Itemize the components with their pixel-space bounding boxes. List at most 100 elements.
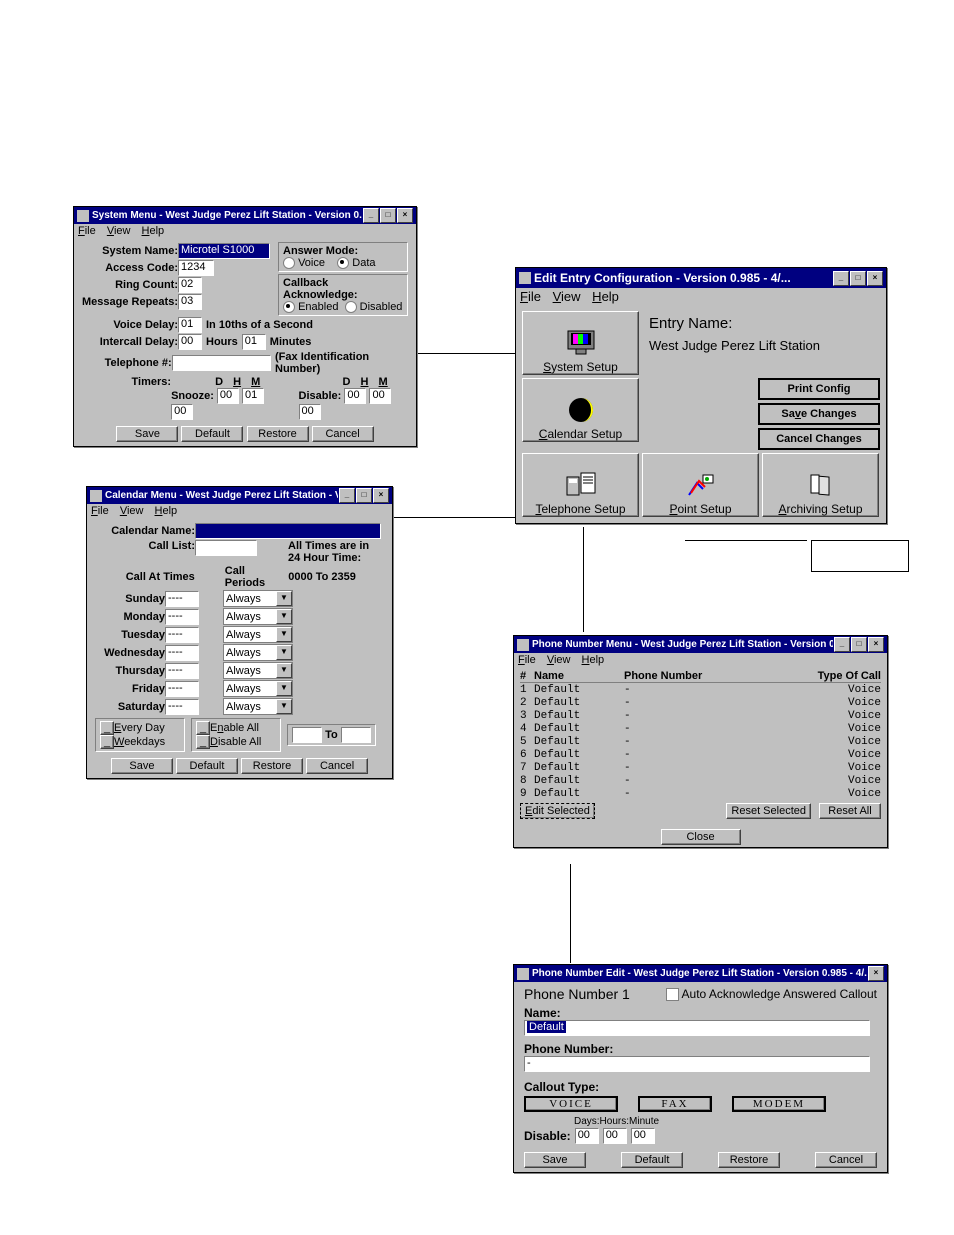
- menu-file[interactable]: File: [518, 654, 536, 666]
- close-button[interactable]: ×: [868, 637, 884, 652]
- disabled-radio[interactable]: [345, 301, 357, 313]
- edit-selected-button[interactable]: Edit Selected: [520, 803, 595, 819]
- point-setup-button[interactable]: Point Setup: [642, 453, 759, 517]
- phone-number-input[interactable]: -: [524, 1056, 870, 1072]
- phone-row[interactable]: 2Default-Voice: [520, 697, 881, 709]
- phone-row[interactable]: 4Default-Voice: [520, 723, 881, 735]
- maximize-button[interactable]: □: [851, 637, 867, 652]
- system-name-input[interactable]: Microtel S1000: [178, 243, 270, 259]
- minimize-button[interactable]: _: [834, 637, 850, 652]
- menu-file[interactable]: File: [520, 289, 541, 304]
- close-button[interactable]: ×: [867, 271, 883, 286]
- message-repeats-input[interactable]: 03: [178, 294, 202, 310]
- access-code-input[interactable]: 1234: [178, 260, 214, 276]
- maximize-button[interactable]: □: [356, 488, 372, 503]
- day-period-select[interactable]: Always▼: [223, 590, 293, 607]
- system-setup-button[interactable]: System Setup: [522, 311, 639, 375]
- menu-view[interactable]: View: [107, 225, 131, 237]
- restore-button[interactable]: Restore: [241, 758, 303, 774]
- snooze-d-input[interactable]: 00: [217, 388, 239, 404]
- ring-count-input[interactable]: 02: [178, 277, 202, 293]
- disable-m-input[interactable]: 00: [299, 404, 321, 420]
- intercall-hours-input[interactable]: 00: [178, 334, 202, 350]
- snooze-h-input[interactable]: 01: [242, 388, 264, 404]
- voice-radio[interactable]: [283, 257, 295, 269]
- reset-selected-button[interactable]: Reset Selected: [726, 803, 811, 819]
- day-time-input[interactable]: ----: [165, 645, 199, 661]
- close-button[interactable]: ×: [397, 208, 413, 223]
- weekdays-button[interactable]: _: [100, 735, 114, 749]
- phone-row[interactable]: 9Default-Voice: [520, 788, 881, 800]
- calendar-setup-button[interactable]: Calendar Setup: [522, 378, 639, 442]
- intercall-minutes-input[interactable]: 01: [242, 334, 266, 350]
- disable-all-button[interactable]: _: [196, 735, 210, 749]
- phone-row[interactable]: 7Default-Voice: [520, 762, 881, 774]
- minimize-button[interactable]: _: [339, 488, 355, 503]
- close-button[interactable]: ×: [373, 488, 389, 503]
- call-list-input[interactable]: [195, 540, 257, 556]
- maximize-button[interactable]: □: [380, 208, 396, 223]
- everyday-button[interactable]: _: [100, 721, 114, 735]
- cancel-changes-button[interactable]: Cancel Changes: [758, 428, 880, 450]
- menu-file[interactable]: FFileile: [78, 225, 96, 237]
- save-button[interactable]: Save: [524, 1152, 586, 1168]
- menu-view[interactable]: View: [553, 289, 581, 304]
- menu-help[interactable]: Help: [592, 289, 619, 304]
- day-period-select[interactable]: Always▼: [223, 644, 293, 661]
- range-to-input[interactable]: [341, 727, 371, 743]
- enable-all-button[interactable]: _: [196, 721, 210, 735]
- disable-hours-input[interactable]: 00: [603, 1128, 627, 1144]
- close-button[interactable]: ×: [868, 966, 884, 981]
- day-time-input[interactable]: ----: [165, 699, 199, 715]
- default-button[interactable]: Default: [621, 1152, 683, 1168]
- disable-d-input[interactable]: 00: [344, 388, 366, 404]
- day-period-select[interactable]: Always▼: [223, 680, 293, 697]
- reset-all-button[interactable]: Reset All: [819, 803, 881, 819]
- minimize-button[interactable]: _: [833, 271, 849, 286]
- telephone-input[interactable]: [172, 355, 271, 371]
- menu-file[interactable]: File: [91, 505, 109, 517]
- default-button[interactable]: Default: [181, 426, 243, 442]
- day-time-input[interactable]: ----: [165, 663, 199, 679]
- menu-help[interactable]: Help: [142, 225, 165, 237]
- archiving-setup-button[interactable]: Archiving Setup: [762, 453, 879, 517]
- cancel-button[interactable]: Cancel: [815, 1152, 877, 1168]
- menu-help[interactable]: Help: [582, 654, 605, 666]
- cancel-button[interactable]: Cancel: [306, 758, 368, 774]
- day-time-input[interactable]: ----: [165, 681, 199, 697]
- phone-row[interactable]: 6Default-Voice: [520, 749, 881, 761]
- print-config-button[interactable]: Print Config: [758, 378, 880, 400]
- phone-row[interactable]: 8Default-Voice: [520, 775, 881, 787]
- day-time-input[interactable]: ----: [165, 591, 199, 607]
- menu-view[interactable]: View: [547, 654, 571, 666]
- fax-type-button[interactable]: FAX: [638, 1096, 712, 1112]
- voice-type-button[interactable]: VOICE: [524, 1096, 618, 1112]
- restore-button[interactable]: Restore: [247, 426, 309, 442]
- menu-view[interactable]: View: [120, 505, 144, 517]
- save-changes-button[interactable]: Save Changes: [758, 403, 880, 425]
- default-button[interactable]: Default: [176, 758, 238, 774]
- range-from-input[interactable]: [292, 727, 322, 743]
- disable-days-input[interactable]: 00: [575, 1128, 599, 1144]
- day-period-select[interactable]: Always▼: [223, 608, 293, 625]
- day-period-select[interactable]: Always▼: [223, 698, 293, 715]
- day-time-input[interactable]: ----: [165, 627, 199, 643]
- disable-h-input[interactable]: 00: [369, 388, 391, 404]
- disable-minutes-input[interactable]: 00: [631, 1128, 655, 1144]
- save-button[interactable]: Save: [111, 758, 173, 774]
- maximize-button[interactable]: □: [850, 271, 866, 286]
- name-input[interactable]: Default: [524, 1020, 870, 1036]
- save-button[interactable]: Save: [116, 426, 178, 442]
- auto-ack-checkbox[interactable]: [666, 988, 679, 1001]
- restore-button[interactable]: Restore: [718, 1152, 780, 1168]
- day-period-select[interactable]: Always▼: [223, 626, 293, 643]
- snooze-m-input[interactable]: 00: [171, 404, 193, 420]
- minimize-button[interactable]: _: [363, 208, 379, 223]
- enabled-radio[interactable]: [283, 301, 295, 313]
- telephone-setup-button[interactable]: Telephone Setup: [522, 453, 639, 517]
- calendar-name-input[interactable]: [195, 523, 381, 539]
- menu-help[interactable]: Help: [155, 505, 178, 517]
- phone-row[interactable]: 1Default-Voice: [520, 684, 881, 696]
- modem-type-button[interactable]: MODEM: [732, 1096, 826, 1112]
- cancel-button[interactable]: Cancel: [312, 426, 374, 442]
